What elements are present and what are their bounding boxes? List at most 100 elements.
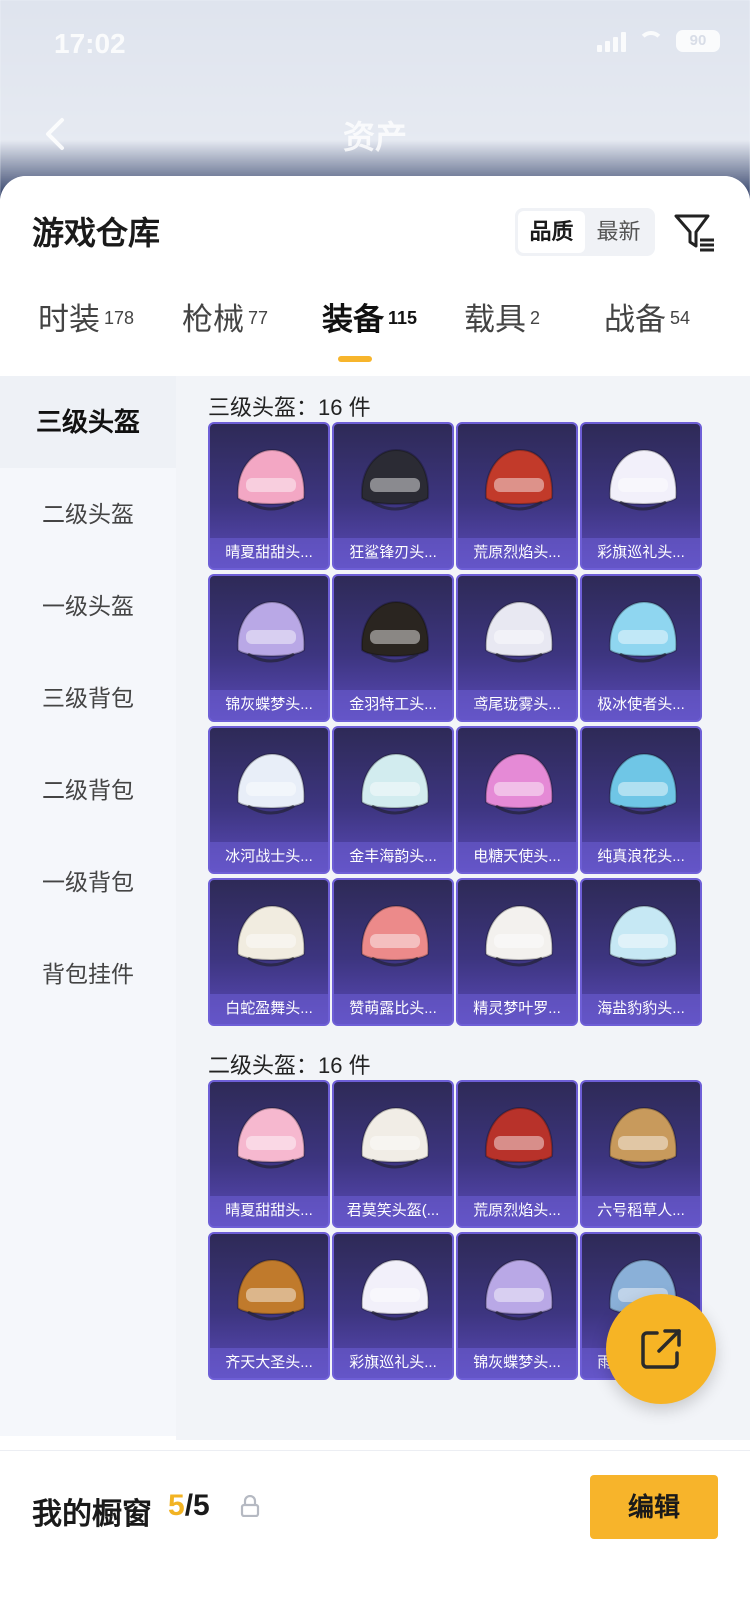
item-card[interactable]: 极冰使者头... xyxy=(580,574,702,722)
tab-count: 77 xyxy=(248,307,269,328)
item-card[interactable]: 锦灰蝶梦头... xyxy=(208,574,330,722)
helmet-icon xyxy=(360,1258,430,1321)
status-bar: 17:02 90 xyxy=(0,0,750,90)
lock-icon xyxy=(240,1495,260,1517)
helmet-icon xyxy=(608,448,678,511)
item-card[interactable]: 六号稻草人... xyxy=(580,1080,702,1228)
tab-equipment[interactable]: 装备 115 xyxy=(322,294,417,364)
tab-label: 时装 xyxy=(38,302,100,337)
helmet-icon xyxy=(608,904,678,967)
item-card[interactable]: 晴夏甜甜头... xyxy=(208,422,330,570)
item-name: 鸢尾珑雾头... xyxy=(458,690,576,720)
helmet-icon xyxy=(360,600,430,663)
item-name: 彩旗巡礼头... xyxy=(582,538,700,568)
item-name: 锦灰蝶梦头... xyxy=(210,690,328,720)
warehouse-title: 游戏仓库 xyxy=(32,215,161,251)
item-name: 彩旗巡礼头... xyxy=(334,1348,452,1378)
warehouse-header: 游戏仓库 品质 最新 时装 178 枪械 77 装备 115 载具 2 战备 5… xyxy=(0,176,750,376)
item-card[interactable]: 彩旗巡礼头... xyxy=(580,422,702,570)
sidebar-item-lv2-backpack[interactable]: 二级背包 xyxy=(0,744,176,836)
showcase-count: 5/5 xyxy=(168,1489,210,1523)
helmet-icon xyxy=(608,1106,678,1169)
battery-icon: 90 xyxy=(676,30,720,52)
sort-quality-button[interactable]: 品质 xyxy=(518,211,585,253)
edit-button[interactable]: 编辑 xyxy=(590,1475,718,1539)
helmet-icon xyxy=(484,904,554,967)
item-name: 锦灰蝶梦头... xyxy=(458,1348,576,1378)
showcase-current: 5 xyxy=(168,1489,185,1522)
item-name: 金羽特工头... xyxy=(334,690,452,720)
status-time: 17:02 xyxy=(54,28,126,59)
item-card[interactable]: 齐天大圣头... xyxy=(208,1232,330,1380)
item-name: 海盐豹豹头... xyxy=(582,994,700,1024)
tab-label: 枪械 xyxy=(182,302,244,337)
item-card[interactable]: 纯真浪花头... xyxy=(580,726,702,874)
sort-toggle: 品质 最新 xyxy=(515,208,655,256)
helmet-icon xyxy=(360,904,430,967)
helmet-icon xyxy=(236,904,306,967)
item-name: 晴夏甜甜头... xyxy=(210,538,328,568)
tab-count: 178 xyxy=(104,307,135,328)
tab-label: 战备 xyxy=(604,302,666,337)
helmet-icon xyxy=(484,1106,554,1169)
share-button[interactable] xyxy=(606,1294,716,1404)
helmet-icon xyxy=(236,1106,306,1169)
item-card[interactable]: 鸢尾珑雾头... xyxy=(456,574,578,722)
item-card[interactable]: 海盐豹豹头... xyxy=(580,878,702,1026)
item-name: 精灵梦叶罗... xyxy=(458,994,576,1024)
sidebar-item-lv2-helmet[interactable]: 二级头盔 xyxy=(0,468,176,560)
sidebar-item-lv1-backpack[interactable]: 一级背包 xyxy=(0,836,176,928)
sort-newest-button[interactable]: 最新 xyxy=(585,211,652,253)
helmet-icon xyxy=(236,448,306,511)
item-card[interactable]: 彩旗巡礼头... xyxy=(332,1232,454,1380)
item-name: 极冰使者头... xyxy=(582,690,700,720)
tab-label: 载具 xyxy=(464,302,526,337)
subcategory-sidebar: 三级头盔 二级头盔 一级头盔 三级背包 二级背包 一级背包 背包挂件 xyxy=(0,376,176,1436)
status-icons: 90 xyxy=(597,30,720,52)
item-name: 电糖天使头... xyxy=(458,842,576,872)
sidebar-item-lv1-helmet[interactable]: 一级头盔 xyxy=(0,560,176,652)
item-card[interactable]: 晴夏甜甜头... xyxy=(208,1080,330,1228)
item-card[interactable]: 狂鲨锋刃头... xyxy=(332,422,454,570)
item-name: 赞萌露比头... xyxy=(334,994,452,1024)
helmet-icon xyxy=(360,448,430,511)
item-card[interactable]: 白蛇盈舞头... xyxy=(208,878,330,1026)
helmet-icon xyxy=(484,600,554,663)
item-card[interactable]: 荒原烈焰头... xyxy=(456,1080,578,1228)
item-name: 金丰海韵头... xyxy=(334,842,452,872)
tab-count: 2 xyxy=(530,307,541,328)
category-tabs: 时装 178 枪械 77 装备 115 载具 2 战备 54 xyxy=(0,294,750,364)
section-title-lv2: 二级头盔：16 件 xyxy=(208,1053,371,1078)
tab-supplies[interactable]: 战备 54 xyxy=(604,294,690,364)
item-card[interactable]: 金羽特工头... xyxy=(332,574,454,722)
nav-bar: 资产 xyxy=(0,100,750,170)
item-card[interactable]: 精灵梦叶罗... xyxy=(456,878,578,1026)
tab-vehicles[interactable]: 载具 2 xyxy=(464,294,540,364)
item-card[interactable]: 荒原烈焰头... xyxy=(456,422,578,570)
sidebar-item-lv3-helmet[interactable]: 三级头盔 xyxy=(0,376,176,468)
item-card[interactable]: 金丰海韵头... xyxy=(332,726,454,874)
warehouse-sheet: 游戏仓库 品质 最新 时装 178 枪械 77 装备 115 载具 2 战备 5… xyxy=(0,176,750,1624)
tab-fashion[interactable]: 时装 178 xyxy=(38,294,134,364)
item-card[interactable]: 锦灰蝶梦头... xyxy=(456,1232,578,1380)
helmet-icon xyxy=(608,752,678,815)
tab-label: 装备 xyxy=(322,302,384,337)
item-name: 纯真浪花头... xyxy=(582,842,700,872)
filter-icon[interactable] xyxy=(672,210,716,254)
wifi-icon xyxy=(638,31,664,51)
helmet-icon xyxy=(236,752,306,815)
showcase-bar: 我的橱窗 5/5 编辑 xyxy=(0,1450,750,1624)
item-name: 晴夏甜甜头... xyxy=(210,1196,328,1226)
item-name: 君莫笑头盔(... xyxy=(334,1196,452,1226)
helmet-icon xyxy=(608,600,678,663)
tab-guns[interactable]: 枪械 77 xyxy=(182,294,268,364)
sidebar-item-lv3-backpack[interactable]: 三级背包 xyxy=(0,652,176,744)
item-card[interactable]: 电糖天使头... xyxy=(456,726,578,874)
item-card[interactable]: 冰河战士头... xyxy=(208,726,330,874)
sidebar-item-backpack-charm[interactable]: 背包挂件 xyxy=(0,928,176,1020)
helmet-icon xyxy=(236,600,306,663)
item-name: 齐天大圣头... xyxy=(210,1348,328,1378)
item-card[interactable]: 赞萌露比头... xyxy=(332,878,454,1026)
item-card[interactable]: 君莫笑头盔(... xyxy=(332,1080,454,1228)
item-grid: 三级头盔：16 件 二级头盔：16 件 晴夏甜甜头... 狂鲨锋刃头... 荒原烈焰… xyxy=(176,376,750,1440)
